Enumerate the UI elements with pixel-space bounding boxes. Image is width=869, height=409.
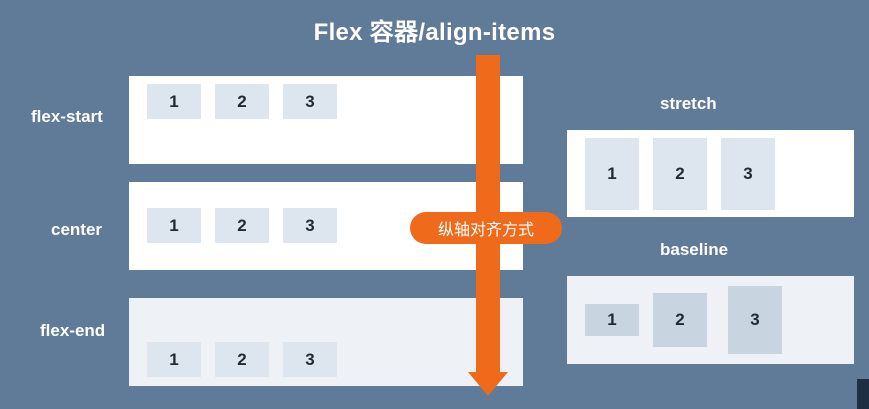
label-center: center	[51, 220, 103, 239]
diagram-title: Flex 容器/align-items	[313, 19, 556, 46]
item-2: 2	[653, 293, 707, 347]
panel-baseline: 1 2 3	[567, 276, 854, 364]
item-1: 1	[147, 342, 201, 377]
item-3: 3	[721, 138, 775, 210]
label-flex-end: flex-end	[40, 321, 106, 340]
item-2: 2	[653, 138, 707, 210]
item-1: 1	[585, 304, 639, 336]
cross-axis-label: 纵轴对齐方式	[410, 212, 562, 244]
item-3: 3	[283, 208, 337, 243]
label-baseline: baseline	[660, 240, 729, 259]
panel-stretch: 1 2 3	[567, 130, 854, 217]
item-3: 3	[283, 342, 337, 377]
corner-decoration	[857, 379, 869, 409]
item-2: 2	[215, 84, 269, 119]
label-flex-start: flex-start	[31, 107, 103, 126]
item-1: 1	[147, 84, 201, 119]
arrow-head-icon	[468, 372, 508, 396]
label-stretch: stretch	[660, 94, 717, 113]
item-3: 3	[728, 286, 782, 354]
item-1: 1	[147, 208, 201, 243]
item-3: 3	[283, 84, 337, 119]
item-2: 2	[215, 342, 269, 377]
panel-flex-end: 1 2 3	[129, 298, 523, 386]
item-1: 1	[585, 138, 639, 210]
panel-flex-start: 1 2 3	[129, 76, 523, 164]
item-2: 2	[215, 208, 269, 243]
